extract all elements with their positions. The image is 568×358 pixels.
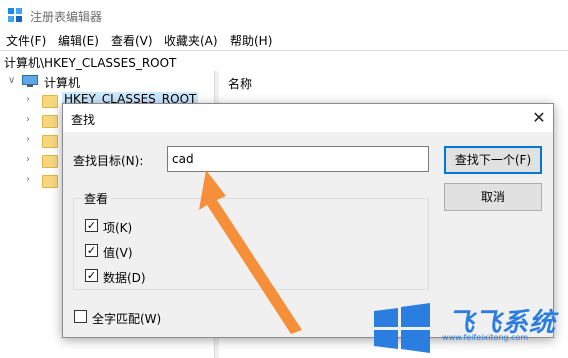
- menu-help[interactable]: 帮助(H): [230, 32, 272, 49]
- address-bar[interactable]: 计算机\HKEY_CLASSES_ROOT: [0, 50, 568, 72]
- title-bar: 注册表编辑器: [0, 0, 568, 30]
- window-title: 注册表编辑器: [30, 10, 103, 24]
- menu-favorites[interactable]: 收藏夹(A): [164, 32, 218, 49]
- menu-file[interactable]: 文件(F): [6, 32, 46, 49]
- look-at-title: 查看: [81, 190, 112, 207]
- checkbox-checked-icon[interactable]: ✓: [85, 219, 98, 232]
- checkbox-unchecked-icon[interactable]: [74, 310, 87, 323]
- menu-edit[interactable]: 编辑(E): [58, 32, 99, 49]
- regedit-icon: [8, 8, 22, 22]
- expand-chevron-icon[interactable]: ›: [26, 134, 30, 145]
- folder-icon: [42, 135, 58, 148]
- find-next-button[interactable]: 查找下一个(F): [444, 146, 542, 174]
- expand-chevron-icon[interactable]: ›: [26, 154, 30, 165]
- expand-chevron-icon[interactable]: ›: [26, 114, 30, 125]
- collapse-chevron-icon[interactable]: ∨: [8, 75, 15, 86]
- menu-bar: 文件(F) 编辑(E) 查看(V) 收藏夹(A) 帮助(H): [0, 30, 568, 50]
- folder-icon: [42, 155, 58, 168]
- folder-icon: [42, 95, 58, 108]
- match-whole-label: 全字匹配(W): [92, 312, 162, 326]
- checkbox-checked-icon[interactable]: ✓: [85, 244, 98, 257]
- folder-icon: [42, 115, 58, 128]
- windows-logo-icon: [374, 303, 430, 353]
- dialog-title-bar: 查找 ✕: [63, 104, 553, 132]
- dialog-title: 查找: [71, 113, 96, 127]
- checkbox-checked-icon[interactable]: ✓: [85, 269, 98, 282]
- expand-chevron-icon[interactable]: ›: [26, 174, 30, 185]
- column-header-name[interactable]: 名称: [228, 75, 252, 92]
- option-values-label: 值(V): [103, 246, 133, 260]
- find-what-input[interactable]: [167, 146, 429, 172]
- close-icon[interactable]: ✕: [527, 106, 551, 130]
- find-what-label: 查找目标(N):: [73, 154, 144, 168]
- cancel-button[interactable]: 取消: [444, 183, 542, 211]
- expand-chevron-icon[interactable]: ›: [26, 94, 30, 105]
- watermark-url: www.feifeixitong.com: [442, 333, 529, 342]
- option-keys-label: 项(K): [103, 221, 133, 235]
- tree-root-label[interactable]: 计算机: [44, 74, 80, 91]
- option-data-label: 数据(D): [103, 271, 146, 285]
- menu-view[interactable]: 查看(V): [111, 32, 153, 49]
- address-path: 计算机\HKEY_CLASSES_ROOT: [4, 56, 177, 70]
- computer-icon: [22, 75, 38, 87]
- folder-icon: [42, 175, 58, 188]
